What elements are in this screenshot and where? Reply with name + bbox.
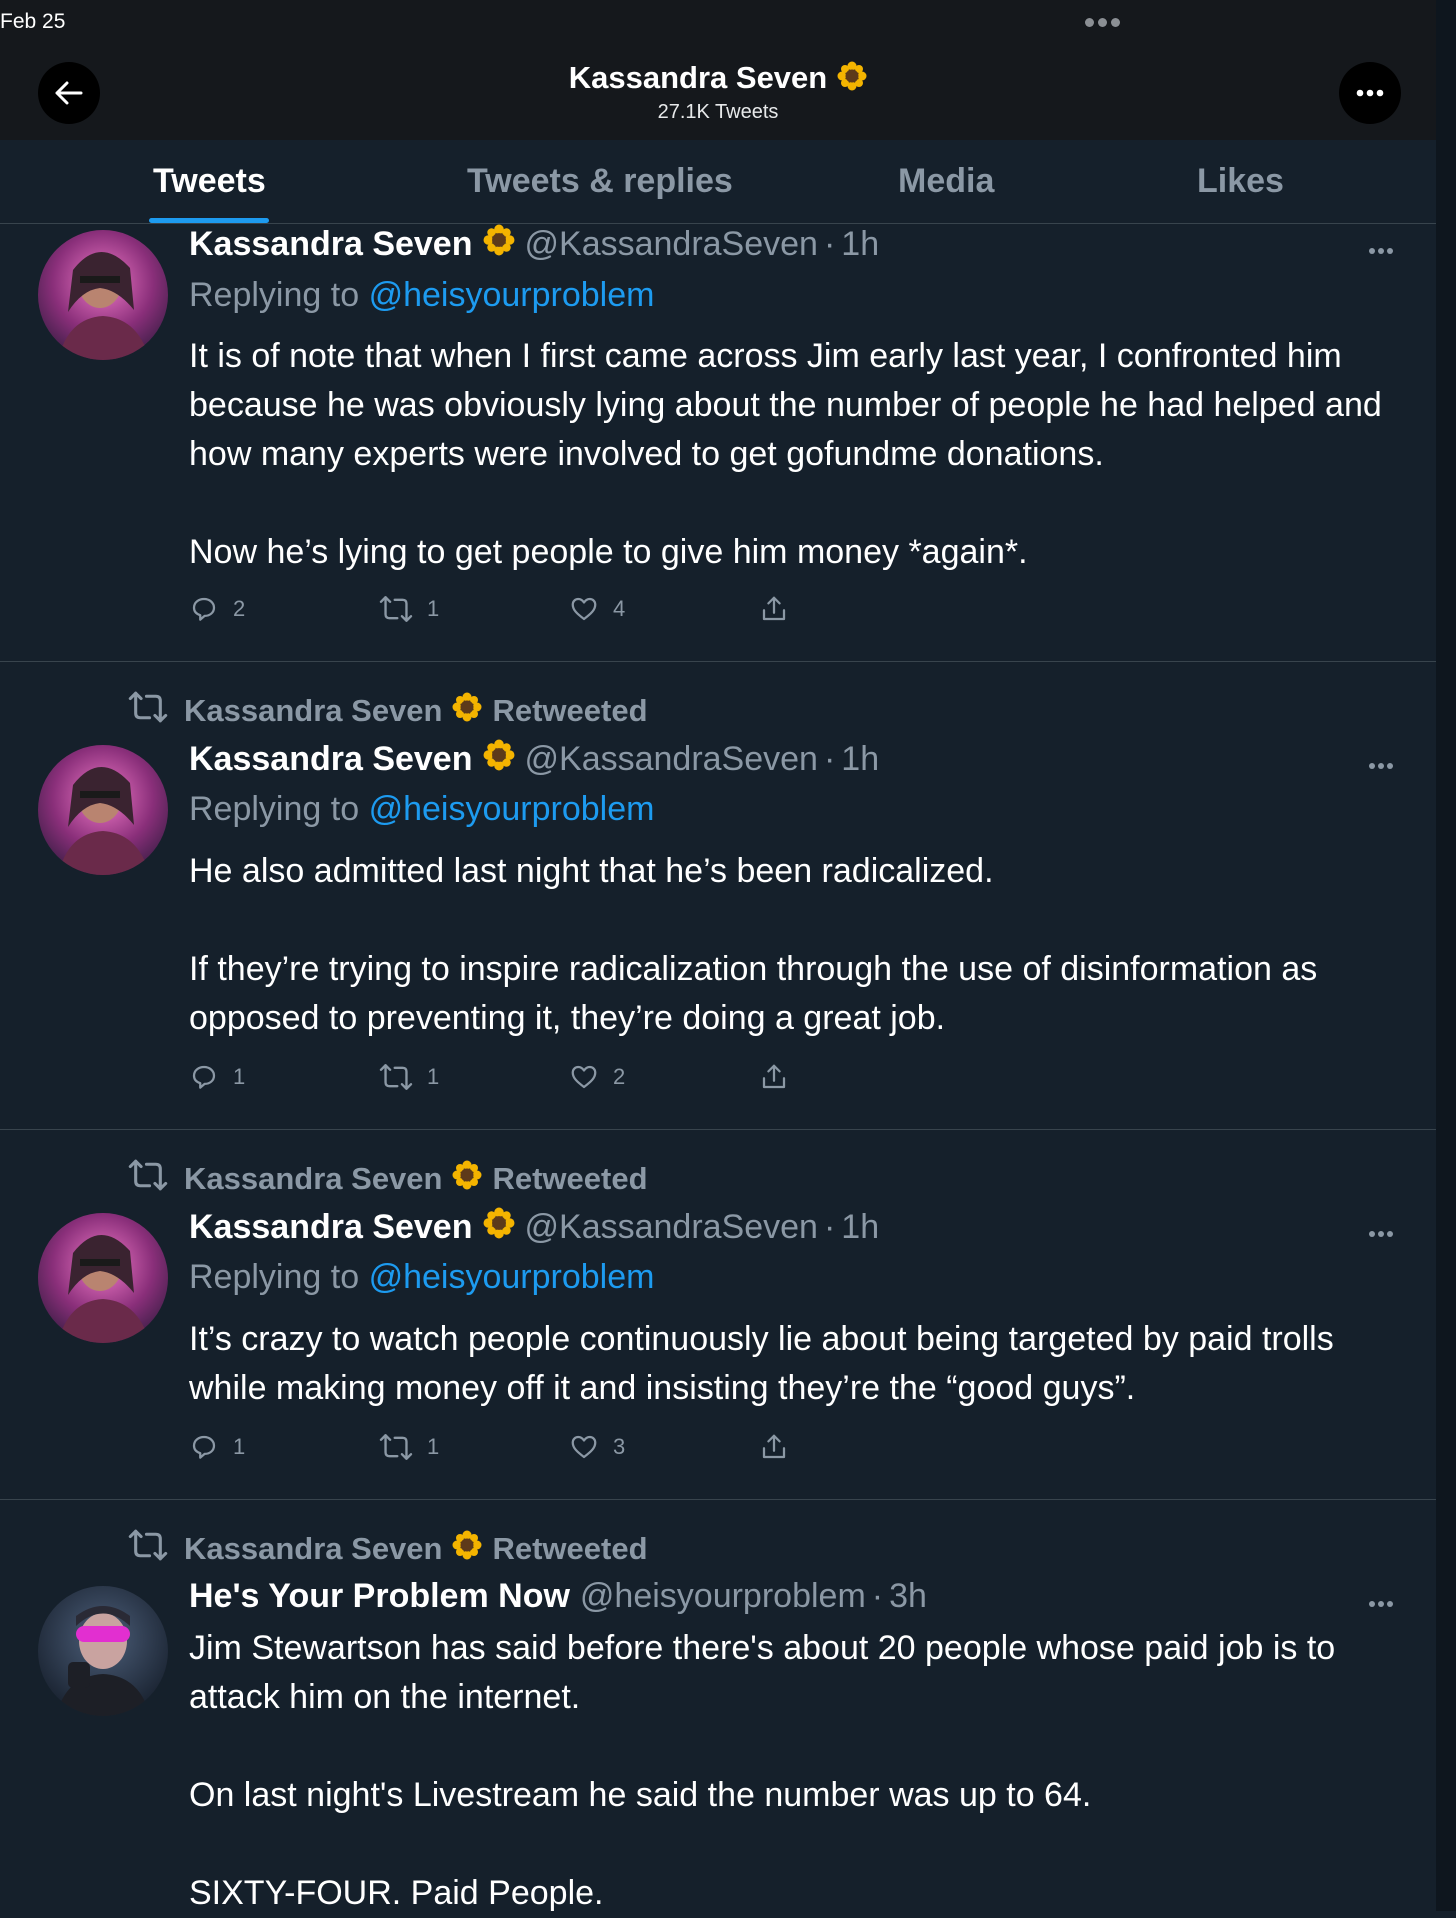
- author-name[interactable]: Kassandra Seven: [189, 225, 473, 264]
- active-tab-indicator: [149, 218, 270, 223]
- status-bar: Feb 25: [0, 0, 1436, 44]
- tweet-actions: 1 1 2: [189, 1062, 809, 1096]
- retweeted-by: Kassandra Seven Retweeted: [128, 690, 648, 732]
- retweet-button[interactable]: 1: [379, 594, 439, 624]
- tweet-count: 27.1K Tweets: [657, 100, 779, 123]
- avatar[interactable]: [38, 1213, 168, 1343]
- author-name[interactable]: Kassandra Seven: [189, 740, 473, 779]
- reply-icon: [192, 597, 216, 621]
- like-button[interactable]: 2: [569, 1062, 625, 1092]
- retweet-icon: [379, 596, 413, 622]
- avatar[interactable]: [38, 1586, 168, 1716]
- tab-likes[interactable]: Likes: [1197, 140, 1284, 223]
- mention-link[interactable]: @heisyourproblem: [369, 790, 655, 828]
- multitasking-dots-icon[interactable]: [1085, 14, 1124, 32]
- replying-to: Replying to @heisyourproblem: [189, 1258, 655, 1296]
- tweet-text: He also admitted last night that he’s be…: [189, 852, 1318, 1037]
- sunflower-icon: [452, 1160, 482, 1198]
- tweet-time[interactable]: 3h: [889, 1577, 927, 1616]
- status-date: Feb 25: [0, 10, 66, 33]
- tweet[interactable]: Kassandra Seven @KassandraSeven · 1h Reply…: [0, 224, 1436, 662]
- author-name[interactable]: Kassandra Seven: [189, 1208, 473, 1247]
- share-icon: [762, 1064, 786, 1089]
- ellipsis-icon: [1369, 248, 1393, 254]
- heart-icon: [571, 1435, 597, 1459]
- sunflower-icon: [452, 1530, 482, 1568]
- author-handle[interactable]: @KassandraSeven: [525, 225, 818, 264]
- retweet-icon: [379, 1064, 413, 1090]
- more-options-button[interactable]: [1339, 62, 1401, 124]
- reply-button[interactable]: 1: [189, 1432, 245, 1462]
- tweet-text: It’s crazy to watch people continuously …: [189, 1320, 1334, 1407]
- sunflower-icon: [483, 1207, 515, 1248]
- tab-media[interactable]: Media: [898, 140, 994, 223]
- tweet[interactable]: Kassandra Seven Retweeted He's Your Prob…: [0, 1500, 1436, 1912]
- tweet-more-button[interactable]: [1368, 242, 1394, 260]
- mention-link[interactable]: @heisyourproblem: [369, 1258, 655, 1296]
- ellipsis-icon: [1356, 89, 1384, 97]
- tweet[interactable]: Kassandra Seven Retweeted Kassandra Seve…: [0, 1130, 1436, 1500]
- heart-icon: [571, 597, 597, 621]
- profile-name: Kassandra Seven: [568, 60, 828, 95]
- tweet-more-button[interactable]: [1368, 757, 1394, 775]
- avatar[interactable]: [38, 230, 168, 360]
- tweet[interactable]: Kassandra Seven Retweeted Kassandra Seve…: [0, 662, 1436, 1130]
- tweet-time[interactable]: 1h: [841, 225, 879, 264]
- reply-button[interactable]: 1: [189, 1062, 245, 1092]
- heart-icon: [571, 1065, 597, 1089]
- like-button[interactable]: 4: [569, 594, 625, 624]
- share-button[interactable]: [759, 1062, 803, 1092]
- tweet-actions: 1 1 3: [189, 1432, 809, 1466]
- author-handle[interactable]: @heisyourproblem: [580, 1577, 866, 1616]
- reply-icon: [192, 1065, 216, 1089]
- retweet-button[interactable]: 1: [379, 1432, 439, 1462]
- sunflower-icon: [837, 61, 867, 99]
- scrollbar[interactable]: [1436, 0, 1456, 1911]
- sunflower-icon: [483, 739, 515, 780]
- ellipsis-icon: [1369, 1601, 1393, 1607]
- sunflower-icon: [452, 692, 482, 730]
- avatar[interactable]: [38, 745, 168, 875]
- tweet-more-button[interactable]: [1368, 1225, 1394, 1243]
- tweet-time[interactable]: 1h: [841, 1208, 879, 1247]
- retweeted-by: Kassandra Seven Retweeted: [128, 1528, 648, 1570]
- share-icon: [762, 596, 786, 621]
- tweet-text: It is of note that when I first came acr…: [189, 337, 1382, 571]
- author-name[interactable]: He's Your Problem Now: [189, 1577, 570, 1616]
- tweet-actions: 2 1 4: [189, 594, 809, 628]
- retweet-icon: [128, 1528, 168, 1570]
- retweet-icon: [379, 1434, 413, 1460]
- reply-icon: [192, 1435, 216, 1459]
- profile-header: Kassandra Seven 27.1K Tweets: [0, 44, 1436, 140]
- tweet-text: Jim Stewartson has said before there's a…: [189, 1629, 1336, 1912]
- replying-to: Replying to @heisyourproblem: [189, 790, 655, 828]
- author-handle[interactable]: @KassandraSeven: [525, 740, 818, 779]
- share-icon: [762, 1434, 786, 1459]
- sunflower-icon: [483, 224, 515, 265]
- profile-title: Kassandra Seven 27.1K Tweets: [0, 60, 1436, 124]
- tweet-time[interactable]: 1h: [841, 740, 879, 779]
- profile-tabs: Tweets Tweets & replies Media Likes: [0, 140, 1436, 224]
- like-button[interactable]: 3: [569, 1432, 625, 1462]
- share-button[interactable]: [759, 1432, 803, 1462]
- tab-tweets[interactable]: Tweets: [149, 140, 270, 223]
- reply-button[interactable]: 2: [189, 594, 245, 624]
- tweet-more-button[interactable]: [1368, 1595, 1394, 1613]
- share-button[interactable]: [759, 594, 803, 624]
- mention-link[interactable]: @heisyourproblem: [369, 276, 655, 314]
- author-handle[interactable]: @KassandraSeven: [525, 1208, 818, 1247]
- ellipsis-icon: [1369, 763, 1393, 769]
- retweet-icon: [128, 690, 168, 732]
- retweeted-by: Kassandra Seven Retweeted: [128, 1158, 648, 1200]
- ellipsis-icon: [1369, 1231, 1393, 1237]
- replying-to: Replying to @heisyourproblem: [189, 276, 655, 314]
- retweet-icon: [128, 1158, 168, 1200]
- tab-tweets-and-replies[interactable]: Tweets & replies: [467, 140, 733, 223]
- retweet-button[interactable]: 1: [379, 1062, 439, 1092]
